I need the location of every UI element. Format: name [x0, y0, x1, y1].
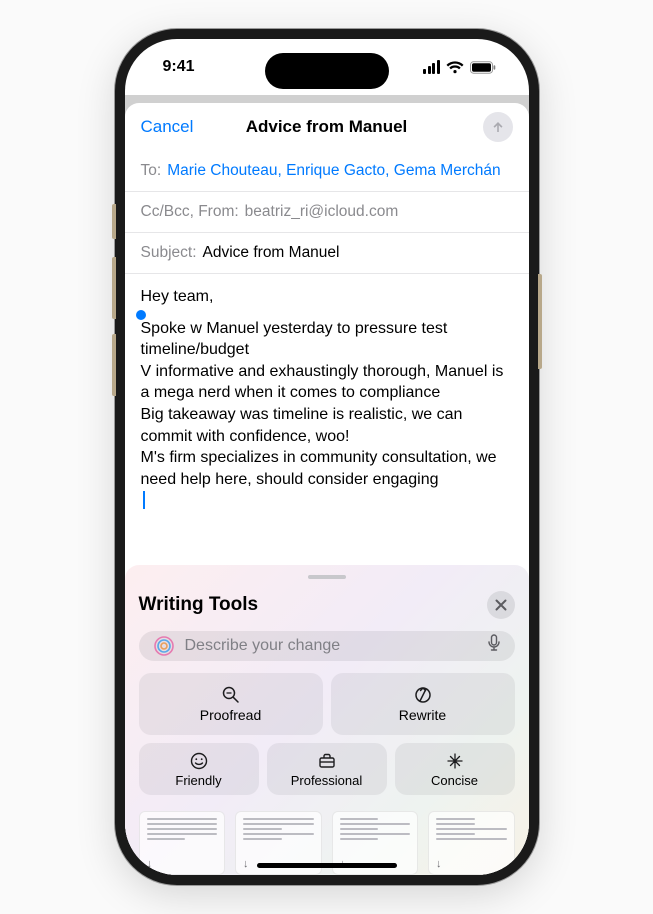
sparkle-icon: [445, 751, 465, 771]
subject-value: Advice from Manuel: [203, 244, 340, 262]
briefcase-icon: [317, 751, 337, 771]
screen: 9:41 Cancel Advice from Manuel: [125, 39, 529, 875]
nav-bar: Cancel Advice from Manuel: [125, 103, 529, 151]
proofread-button[interactable]: Proofread: [139, 673, 323, 735]
send-button[interactable]: [483, 112, 513, 142]
nav-title: Advice from Manuel: [246, 117, 408, 137]
close-icon: [495, 599, 507, 611]
selection-handle-start[interactable]: [136, 310, 146, 320]
rewrite-icon: [413, 685, 433, 705]
panel-title: Writing Tools: [139, 594, 259, 616]
subject-label: Subject:: [141, 244, 197, 262]
professional-button[interactable]: Professional: [267, 743, 387, 795]
from-email: beatriz_ri@icloud.com: [245, 203, 399, 221]
prompt-placeholder: Describe your change: [185, 637, 477, 655]
friendly-button[interactable]: Friendly: [139, 743, 259, 795]
close-button[interactable]: [487, 591, 515, 619]
cc-label: Cc/Bcc, From:: [141, 203, 239, 221]
cellular-icon: [423, 60, 440, 74]
to-field[interactable]: To: Marie Chouteau, Enrique Gacto, Gema …: [125, 151, 529, 192]
siri-icon: [153, 635, 175, 657]
phone-frame: 9:41 Cancel Advice from Manuel: [115, 29, 539, 885]
cancel-button[interactable]: Cancel: [141, 117, 194, 137]
to-recipients[interactable]: Marie Chouteau, Enrique Gacto, Gema Merc…: [167, 162, 500, 180]
prompt-input[interactable]: Describe your change: [139, 631, 515, 661]
home-indicator[interactable]: [257, 863, 397, 868]
mic-icon[interactable]: [487, 634, 501, 657]
format-thumb-1[interactable]: ↓: [139, 811, 226, 875]
subject-field[interactable]: Subject: Advice from Manuel: [125, 233, 529, 274]
writing-tools-panel: Writing Tools Describe your change: [125, 565, 529, 875]
cc-bcc-from-field[interactable]: Cc/Bcc, From: beatriz_ri@icloud.com: [125, 192, 529, 233]
selection-handle-end[interactable]: [143, 491, 145, 509]
dynamic-island: [265, 53, 389, 89]
battery-icon: [470, 61, 497, 74]
concise-button[interactable]: Concise: [395, 743, 515, 795]
rewrite-button[interactable]: Rewrite: [331, 673, 515, 735]
status-time: 9:41: [163, 58, 195, 76]
selected-text[interactable]: Spoke w Manuel yesterday to pressure tes…: [141, 318, 513, 491]
body-greeting: Hey team,: [141, 286, 513, 308]
magnifier-icon: [221, 685, 241, 705]
panel-grabber[interactable]: [308, 575, 346, 579]
arrow-up-icon: [490, 119, 506, 135]
smile-icon: [189, 751, 209, 771]
compose-sheet: Cancel Advice from Manuel To: Marie Chou…: [125, 103, 529, 875]
wifi-icon: [446, 61, 464, 74]
format-thumb-4[interactable]: ↓: [428, 811, 515, 875]
to-label: To:: [141, 162, 162, 180]
